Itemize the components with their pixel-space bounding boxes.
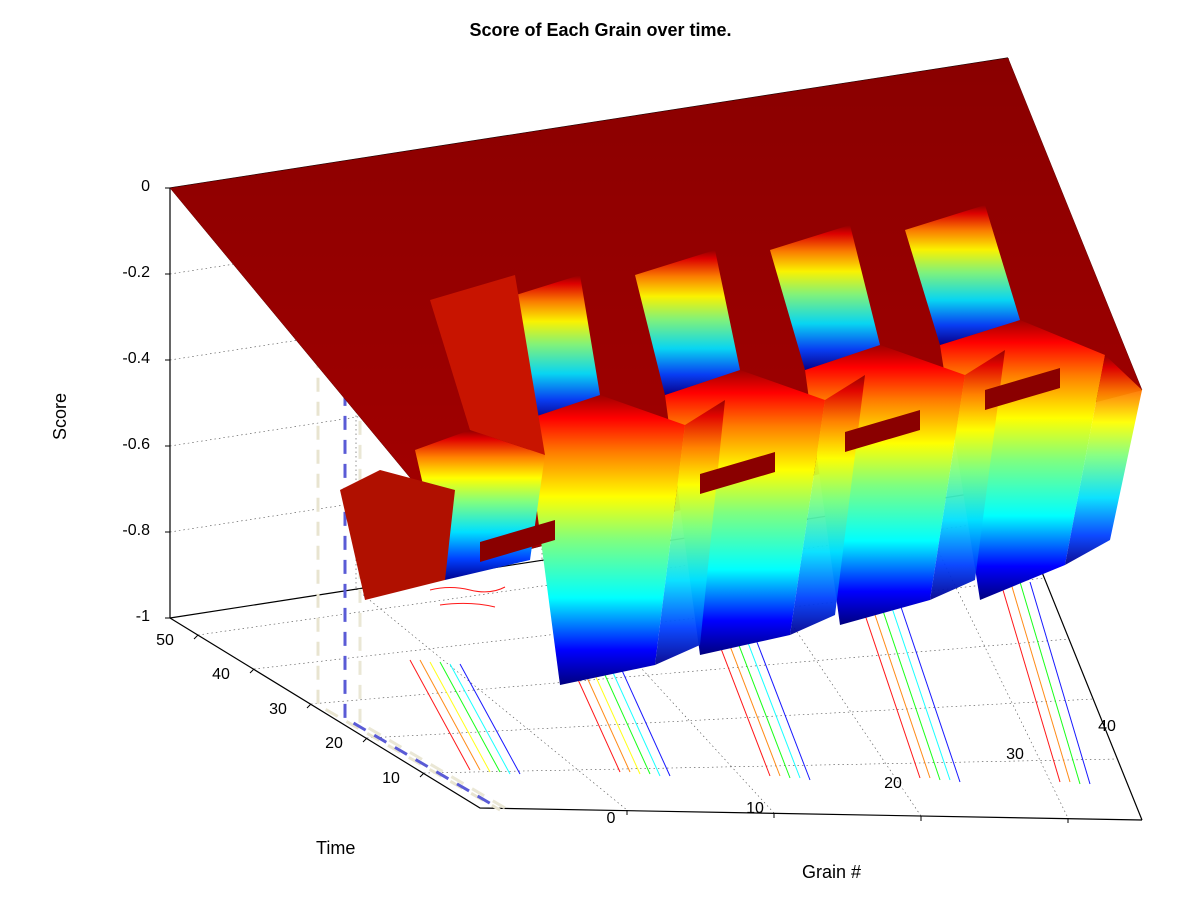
z-tick-1: -0.2 [110, 264, 150, 282]
x-tick-20: 20 [878, 775, 908, 793]
x-tick-40: 40 [1092, 718, 1122, 736]
z-tick-0: 0 [110, 178, 150, 196]
y-tick-30: 30 [263, 701, 293, 719]
x-tick-30: 30 [1000, 746, 1030, 764]
y-tick-50: 50 [150, 632, 180, 650]
y-tick-10: 10 [376, 770, 406, 788]
y-tick-40: 40 [206, 666, 236, 684]
x-tick-0: 0 [596, 810, 626, 828]
z-tick-2: -0.4 [110, 350, 150, 368]
plot-canvas: Score of Each Grain over time. Score Gra… [0, 0, 1201, 900]
y-tick-20: 20 [319, 735, 349, 753]
z-tick-4: -0.8 [110, 522, 150, 540]
surface-svg [0, 0, 1201, 900]
surface [170, 58, 1142, 685]
z-tick-3: -0.6 [110, 436, 150, 454]
x-tick-10: 10 [740, 800, 770, 818]
z-tick-5: -1 [110, 608, 150, 626]
